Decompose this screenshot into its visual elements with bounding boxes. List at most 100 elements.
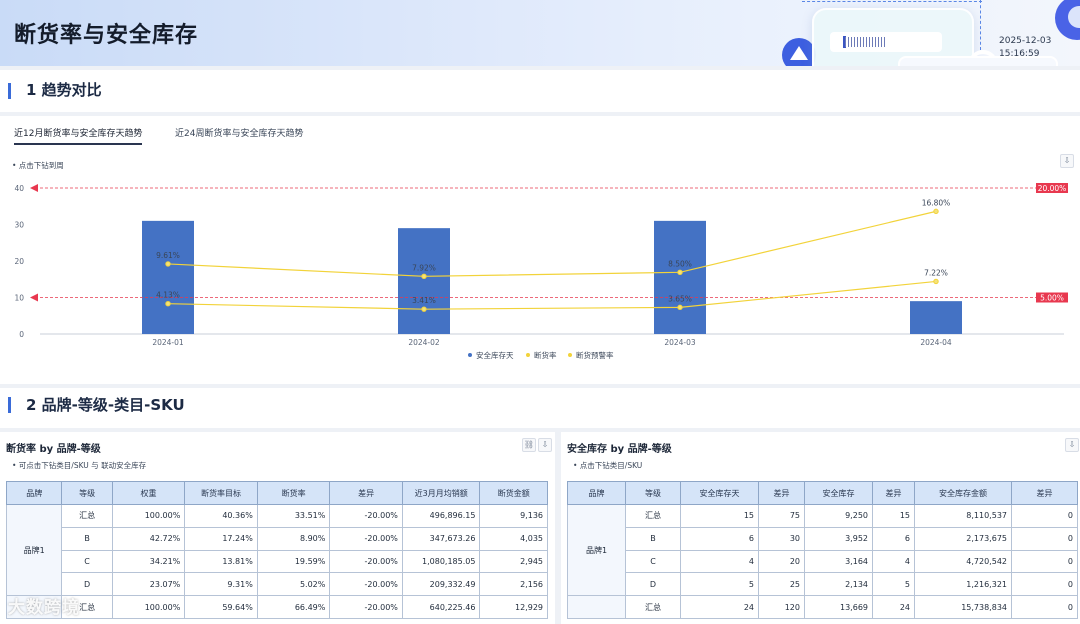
table-cell[interactable]: 347,673.26	[401, 526, 481, 551]
column-header[interactable]: 安全库存天	[680, 481, 759, 505]
table-cell[interactable]: 13,669	[804, 595, 873, 619]
table-cell[interactable]: 5.02%	[256, 572, 331, 597]
table-cell[interactable]: 120	[758, 595, 805, 619]
table-cell[interactable]: -20.00%	[329, 549, 403, 574]
table-row[interactable]: B 6 30 3,952 6 2,173,675 0	[568, 526, 1078, 551]
table-cell[interactable]: 0	[1011, 572, 1078, 597]
table-row[interactable]: C 4 20 3,164 4 4,720,542 0	[568, 549, 1078, 574]
table-row[interactable]: D 23.07% 9.31% 5.02% -20.00% 209,332.49 2,156	[7, 572, 548, 597]
table-cell[interactable]: 12,929	[479, 595, 548, 619]
link-icon[interactable]: ⛓	[522, 438, 536, 452]
table-cell[interactable]: 17.24%	[184, 526, 258, 551]
column-header[interactable]: 断货率	[256, 481, 331, 505]
table-cell[interactable]: 100.00%	[111, 595, 186, 619]
table-cell[interactable]: 66.49%	[256, 595, 331, 619]
column-header[interactable]: 品牌	[5, 481, 63, 505]
table-cell[interactable]: 15	[680, 504, 759, 528]
grade-cell[interactable]: 汇总	[61, 504, 113, 528]
table-cell[interactable]: -20.00%	[329, 572, 403, 597]
table-cell[interactable]: 19.59%	[256, 549, 331, 574]
table-row[interactable]: B 42.72% 17.24% 8.90% -20.00% 347,673.26 4,035	[7, 526, 548, 551]
table-cell[interactable]: 4	[872, 549, 915, 574]
table-cell[interactable]: 24	[872, 595, 915, 619]
table-cell[interactable]: 9,250	[804, 504, 873, 528]
table-cell[interactable]: 640,225.46	[401, 595, 481, 619]
tab-24-weeks[interactable]: 近24周断货率与安全库存天趋势	[175, 126, 303, 143]
table-row[interactable]: C 34.21% 13.81% 19.59% -20.00% 1,080,185.05 2,…	[7, 549, 548, 574]
download-icon[interactable]: ⇩	[1060, 154, 1074, 168]
table-cell[interactable]: 5	[872, 572, 915, 597]
table-cell[interactable]: 3,164	[804, 549, 873, 574]
table-cell[interactable]: 496,896.15	[401, 504, 481, 528]
download-icon[interactable]: ⇩	[1065, 438, 1079, 452]
column-header[interactable]: 安全库存	[804, 481, 873, 505]
table-cell[interactable]: 15	[872, 504, 915, 528]
table-cell[interactable]: 209,332.49	[401, 572, 481, 597]
table-row[interactable]: D 5 25 2,134 5 1,216,321 0	[568, 572, 1078, 597]
table-row[interactable]: 汇总 24 120 13,669 24 15,738,834 0	[567, 595, 1078, 619]
table-cell[interactable]: -20.00%	[329, 504, 403, 528]
table-cell[interactable]: 100.00%	[111, 504, 186, 528]
table-cell[interactable]: -20.00%	[329, 595, 403, 619]
table-cell[interactable]: 20	[758, 549, 805, 574]
column-header[interactable]: 安全库存金额	[914, 481, 1012, 505]
table-cell[interactable]: 59.64%	[184, 595, 258, 619]
table-cell[interactable]: 25	[758, 572, 805, 597]
column-header[interactable]: 品牌	[567, 481, 626, 505]
table-cell[interactable]: 0	[1011, 526, 1078, 551]
table-cell[interactable]: 8.90%	[256, 526, 331, 551]
table-cell[interactable]: 2,156	[479, 572, 548, 597]
table-cell[interactable]: 5	[680, 572, 759, 597]
column-header[interactable]: 差异	[329, 481, 403, 505]
brand-cell[interactable]	[567, 595, 626, 619]
table-cell[interactable]: 1,080,185.05	[401, 549, 481, 574]
column-header[interactable]: 等级	[625, 481, 681, 505]
grade-cell[interactable]: D	[625, 572, 681, 597]
column-header[interactable]: 差异	[1011, 481, 1078, 505]
table-cell[interactable]: -20.00%	[329, 526, 403, 551]
table-cell[interactable]: 23.07%	[111, 572, 186, 597]
grade-cell[interactable]: C	[625, 549, 681, 574]
tab-12-months[interactable]: 近12月断货率与安全库存天趋势	[14, 126, 143, 145]
table-row[interactable]: 汇总 100.00% 59.64% 66.49% -20.00% 640,225.46 12…	[5, 595, 548, 619]
column-header[interactable]: 近3月月均销额	[401, 481, 481, 505]
column-header[interactable]: 差异	[872, 481, 915, 505]
table-cell[interactable]: 33.51%	[256, 504, 331, 528]
table-row[interactable]: 品牌1 汇总 100.00% 40.36% 33.51% -20.00% 496,896.1…	[5, 503, 548, 597]
table-cell[interactable]: 30	[758, 526, 805, 551]
grade-cell[interactable]: 汇总	[625, 595, 681, 619]
table-cell[interactable]: 3,952	[804, 526, 873, 551]
table-cell[interactable]: 9,136	[479, 504, 548, 528]
table-cell[interactable]: 15,738,834	[914, 595, 1012, 619]
table-cell[interactable]: 2,173,675	[914, 526, 1012, 551]
table-cell[interactable]: 34.21%	[111, 549, 186, 574]
column-header[interactable]: 等级	[61, 481, 113, 505]
column-header[interactable]: 权重	[111, 481, 186, 505]
brand-cell[interactable]: 品牌1	[567, 503, 626, 597]
table-cell[interactable]: 4	[680, 549, 759, 574]
table-row[interactable]: 品牌1 汇总 15 75 9,250 15 8,110,537 0	[567, 503, 1078, 597]
column-header[interactable]: 断货金额	[479, 481, 548, 505]
table-cell[interactable]: 4,720,542	[914, 549, 1012, 574]
grade-cell[interactable]: B	[625, 526, 681, 551]
table-cell[interactable]: 4,035	[479, 526, 548, 551]
grade-cell[interactable]: B	[61, 526, 113, 551]
column-header[interactable]: 差异	[758, 481, 805, 505]
download-icon[interactable]: ⇩	[538, 438, 552, 452]
table-cell[interactable]: 2,945	[479, 549, 548, 574]
column-header[interactable]: 断货率目标	[184, 481, 258, 505]
table-cell[interactable]: 13.81%	[184, 549, 258, 574]
table-cell[interactable]: 0	[1011, 504, 1078, 528]
table-cell[interactable]: 0	[1011, 595, 1078, 619]
table-cell[interactable]: 40.36%	[184, 504, 258, 528]
table-cell[interactable]: 2,134	[804, 572, 873, 597]
brand-cell[interactable]: 品牌1	[5, 503, 63, 597]
table-cell[interactable]: 75	[758, 504, 805, 528]
table-cell[interactable]: 6	[680, 526, 759, 551]
table-cell[interactable]: 0	[1011, 549, 1078, 574]
table-cell[interactable]: 9.31%	[184, 572, 258, 597]
grade-cell[interactable]: 汇总	[625, 504, 681, 528]
table-cell[interactable]: 1,216,321	[914, 572, 1012, 597]
table-cell[interactable]: 42.72%	[111, 526, 186, 551]
table-cell[interactable]: 8,110,537	[914, 504, 1012, 528]
